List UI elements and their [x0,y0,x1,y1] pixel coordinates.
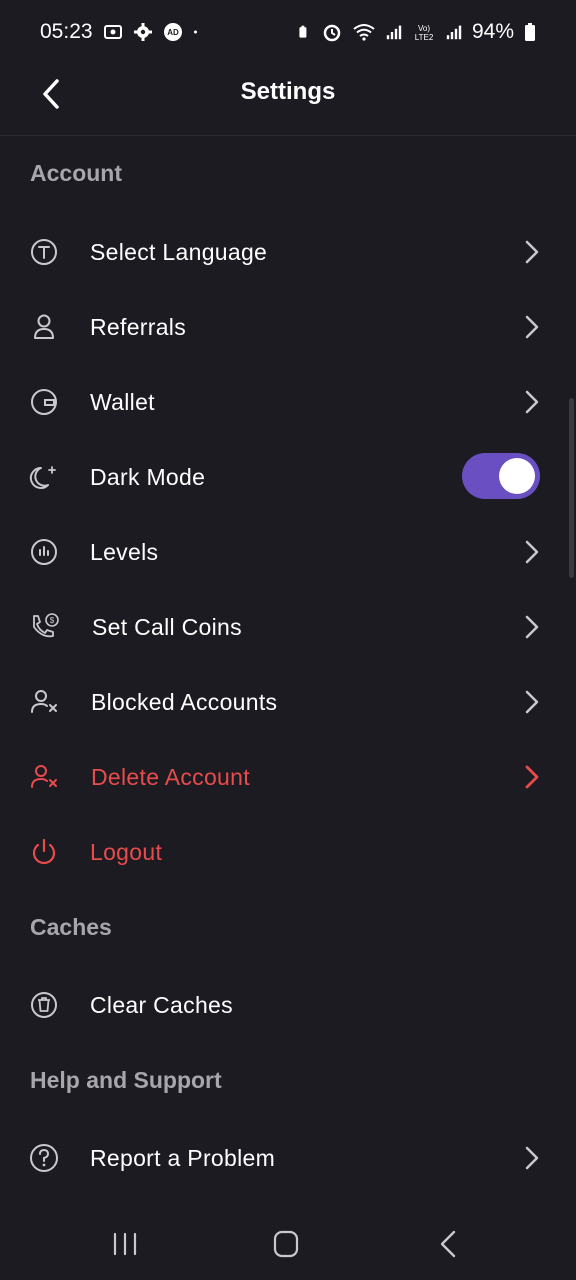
moon-icon [29,466,56,489]
settings-item-set-call-coins[interactable]: $ Set Call Coins [0,595,576,659]
wifi-icon [353,24,375,41]
chevron-right-icon [525,615,539,639]
svg-text:LTE2: LTE2 [415,33,434,42]
signal-icon [386,25,402,40]
svg-text:$: $ [50,616,55,625]
settings-item-referrals[interactable]: Referrals [0,295,576,359]
call-coins-icon: $ [33,613,59,638]
settings-item-label: Levels [90,539,159,565]
status-bar: 05:23 AD Vo) LTE2 94% [0,0,576,64]
battery-percent: 94% [471,20,514,43]
svg-text:Vo): Vo) [418,24,430,33]
settings-item-select-language[interactable]: Select Language [0,220,576,284]
trash-icon [31,992,57,1018]
settings-item-label: Set Call Coins [92,614,242,640]
chevron-right-icon [525,315,539,339]
settings-item-label: Wallet [90,389,155,415]
wallet-icon [31,389,57,415]
status-time: 05:23 [40,20,93,43]
settings-item-label: Report a Problem [90,1145,276,1171]
person-icon [34,314,54,339]
volte-icon: Vo) LTE2 [415,24,434,42]
screen-record-icon [103,25,122,39]
back-icon[interactable] [428,1226,468,1262]
settings-item-report-problem[interactable]: Report a Problem [0,1126,576,1190]
chevron-right-icon [525,1146,539,1170]
settings-item-label: Delete Account [91,764,250,790]
section-caches: Caches [30,914,112,940]
language-icon [31,239,57,265]
power-icon [32,838,56,865]
blocked-user-icon [31,690,57,713]
chevron-right-icon [525,390,539,414]
gear-icon [133,23,152,41]
settings-item-levels[interactable]: Levels [0,520,576,584]
chevron-right-icon [525,240,539,264]
settings-item-logout[interactable]: Logout [0,820,576,884]
alarm-icon [323,24,341,42]
settings-item-blocked-accounts[interactable]: Blocked Accounts [0,670,576,734]
settings-item-dark-mode: Dark Mode [0,445,576,509]
recent-apps-icon[interactable] [105,1226,145,1262]
system-navigation-bar [0,1210,576,1280]
settings-item-label: Referrals [90,314,187,340]
page-title: Settings [240,78,336,105]
toggle-knob [499,458,535,494]
top-app-bar: Settings [0,64,576,136]
settings-item-label: Blocked Accounts [91,689,278,715]
settings-item-clear-caches[interactable]: Clear Caches [0,973,576,1037]
section-account: Account [30,160,122,186]
svg-text:AD: AD [167,28,179,37]
settings-item-label: Select Language [90,239,268,265]
chevron-right-icon [525,690,539,714]
battery-saver-icon [299,25,307,38]
chevron-right-icon [525,765,539,789]
levels-icon [31,539,57,565]
dot-icon [193,30,197,34]
settings-item-label: Logout [90,839,163,865]
home-icon[interactable] [266,1226,306,1262]
section-help-and-support: Help and Support [30,1067,222,1093]
settings-item-label: Dark Mode [90,464,206,490]
delete-user-icon [31,765,57,788]
scrollbar[interactable] [569,398,574,578]
settings-item-wallet[interactable]: Wallet [0,370,576,434]
battery-icon [525,23,535,41]
chevron-right-icon [525,540,539,564]
ad-icon: AD [163,23,182,41]
settings-item-delete-account[interactable]: Delete Account [0,745,576,809]
dark-mode-toggle[interactable] [462,453,540,499]
settings-item-label: Clear Caches [90,992,233,1018]
question-icon [30,1144,58,1172]
signal-icon [446,25,462,40]
